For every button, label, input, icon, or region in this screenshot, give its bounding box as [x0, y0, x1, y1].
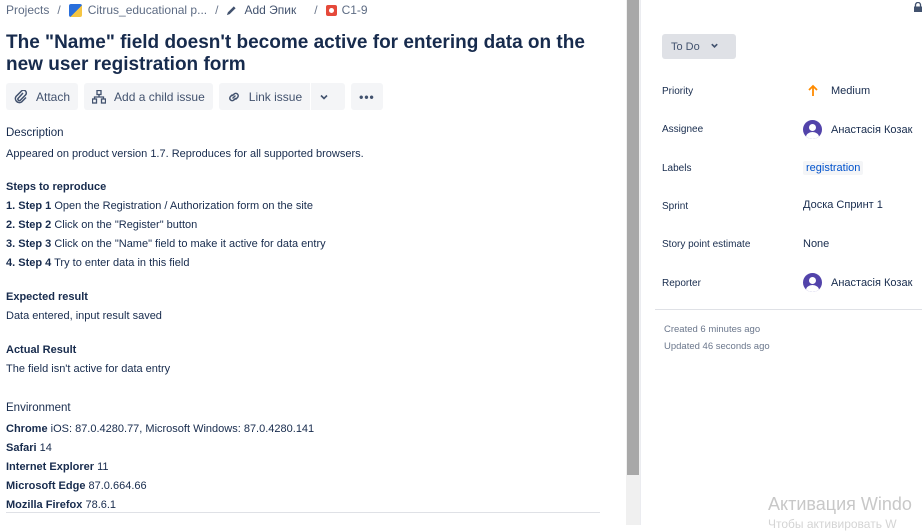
sprint-label: Sprint [662, 201, 689, 212]
priority-field[interactable]: Medium [807, 84, 870, 97]
add-child-issue-button[interactable]: Add a child issue [84, 83, 213, 110]
step-item: 3. Step 3 Click on the "Name" field to m… [6, 238, 326, 250]
chevron-down-icon [710, 41, 719, 52]
issue-toolbar: Attach Add a child issue Link issue ••• [6, 83, 383, 110]
link-issue-dropdown[interactable] [311, 83, 345, 110]
link-icon [228, 92, 239, 101]
breadcrumb-issue-key[interactable]: C1-9 [342, 3, 368, 17]
created-timestamp: Created 6 minutes ago [664, 324, 761, 335]
step-item: 4. Step 4 Try to enter data in this fiel… [6, 257, 190, 269]
reporter-label: Reporter [662, 278, 701, 289]
reporter-field[interactable]: Анастасія Козак [803, 273, 912, 292]
scrollbar-thumb[interactable] [627, 0, 639, 475]
expected-heading: Expected result [6, 291, 88, 303]
windows-activation-watermark: Активация Windo [768, 494, 912, 514]
arrow-up-icon [808, 84, 818, 96]
chevron-down-icon [320, 94, 328, 100]
env-item: Mozilla Firefox 78.6.1 [6, 499, 117, 511]
more-icon: ••• [359, 89, 375, 104]
assignee-label: Assignee [662, 124, 704, 135]
pencil-icon [227, 5, 237, 15]
avatar [803, 120, 822, 139]
windows-activation-subtext: Чтобы активировать W [768, 517, 897, 531]
updated-timestamp: Updated 46 seconds ago [664, 341, 770, 352]
issue-main-panel: Projects / Citrus_educational p... / Add… [0, 0, 626, 525]
breadcrumb-add-epic[interactable]: Add Эпик [226, 3, 296, 17]
env-item: Microsoft Edge 87.0.664.66 [6, 480, 147, 492]
labels-field[interactable]: registration [803, 161, 864, 175]
environment-heading: Environment [6, 402, 71, 414]
description-heading: Description [6, 127, 64, 139]
issue-title[interactable]: The "Name" field doesn't become active f… [6, 32, 586, 76]
link-issue-button[interactable]: Link issue [219, 83, 310, 110]
more-actions-button[interactable]: ••• [351, 83, 383, 110]
priority-label: Priority [662, 86, 694, 97]
env-item: Safari 14 [6, 442, 52, 454]
sprint-field[interactable]: Доска Спринт 1 [803, 199, 883, 211]
divider [655, 309, 922, 310]
expected-text: Data entered, input result saved [6, 310, 162, 322]
env-item: Chrome iOS: 87.0.4280.77, Microsoft Wind… [6, 423, 315, 435]
label-chip[interactable]: registration [803, 161, 864, 175]
divider [6, 512, 600, 513]
step-item: 1. Step 1 Open the Registration / Author… [6, 200, 313, 212]
hierarchy-icon [92, 89, 107, 104]
story-points-label: Story point estimate [662, 239, 751, 250]
breadcrumb-project[interactable]: Citrus_educational p... [88, 3, 207, 17]
bug-icon [325, 4, 337, 16]
avatar [803, 273, 822, 292]
breadcrumb: Projects / Citrus_educational p... / Add… [6, 3, 368, 17]
attach-button[interactable]: Attach [6, 83, 79, 110]
paperclip-icon [14, 89, 28, 103]
actual-text: The field isn't active for data entry [6, 363, 171, 375]
actual-heading: Actual Result [6, 344, 77, 356]
lock-icon[interactable] [913, 2, 922, 12]
step-item: 2. Step 2 Click on the "Register" button [6, 219, 198, 231]
assignee-field[interactable]: Анастасія Козак [803, 120, 912, 139]
labels-label: Labels [662, 163, 692, 174]
status-dropdown[interactable]: To Do [662, 34, 736, 59]
steps-heading: Steps to reproduce [6, 181, 107, 193]
description-intro: Appeared on product version 1.7. Reprodu… [6, 148, 364, 160]
details-sidebar: To Do Priority Medium Assignee Анастасія… [640, 0, 922, 525]
link-issue-group: Link issue [218, 83, 346, 110]
story-points-field[interactable]: None [803, 238, 829, 250]
breadcrumb-projects[interactable]: Projects [6, 3, 49, 17]
project-icon [68, 3, 82, 17]
main-scrollbar[interactable] [626, 0, 640, 525]
env-item: Internet Explorer 11 [6, 461, 109, 473]
